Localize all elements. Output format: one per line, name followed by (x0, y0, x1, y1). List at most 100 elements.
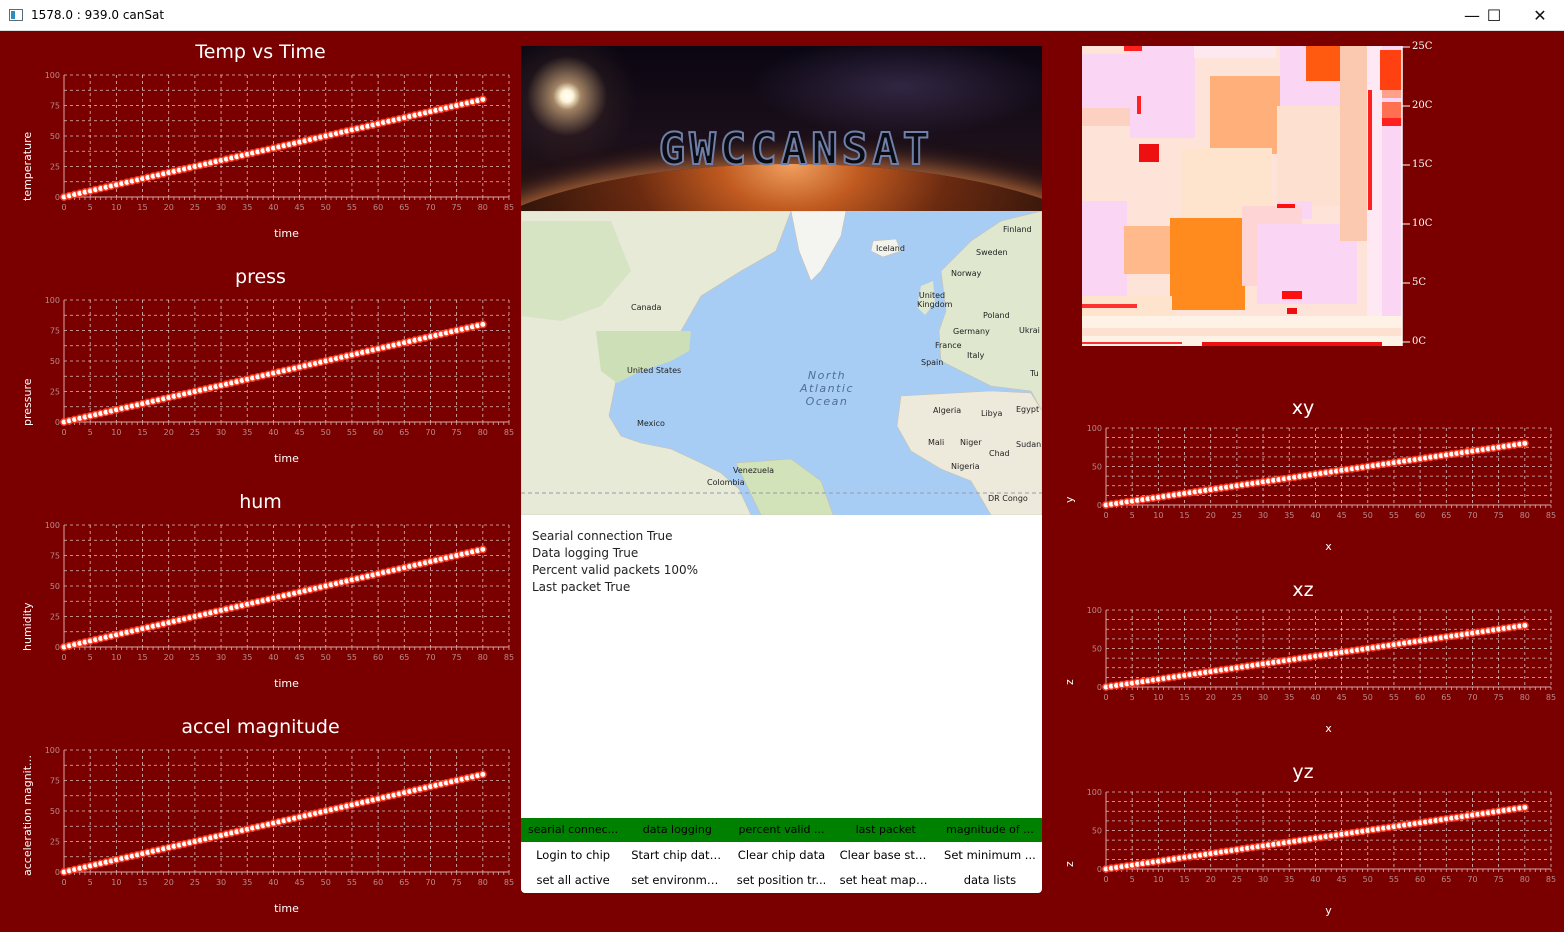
y-tick-label: 50 (1092, 463, 1102, 472)
app-main: Temp vs Time 0 5 10 15 20 25 30 35 40 45 50 55 60 65 7… (0, 31, 1564, 932)
login-to-chip-button[interactable]: Login to chip (521, 843, 625, 868)
y-tick-label: 50 (1092, 645, 1102, 654)
x-tick-label: 45 (294, 203, 304, 212)
y-tick-label: 50 (50, 807, 60, 816)
x-tick-label: 50 (321, 878, 331, 887)
x-tick-label: 60 (373, 203, 383, 212)
chart-xy: xy 0 5 10 15 20 25 30 35 40 45 50 55 60 65 70 75 80 85 0 50… (1042, 385, 1564, 567)
x-tick-label: 5 (1130, 511, 1135, 520)
x-tick-label: 55 (1389, 511, 1399, 520)
x-tick-label: 5 (88, 428, 93, 437)
x-axis-label: time (274, 452, 299, 465)
set-position-tracking-button[interactable]: set position tr... (729, 868, 833, 893)
x-tick-label: 50 (321, 203, 331, 212)
x-tick-label: 85 (1546, 693, 1556, 702)
map-label: Germany (953, 327, 990, 336)
map-label: Italy (967, 351, 985, 360)
x-tick-label: 0 (61, 878, 66, 887)
clear-base-station-button[interactable]: Clear base stat... (834, 843, 938, 868)
x-tick-label: 80 (1520, 875, 1530, 884)
y-tick-label: 100 (1087, 424, 1102, 433)
map-label: Sudan (1016, 440, 1042, 449)
heat-scale-tick: 15C (1412, 159, 1433, 170)
title-bar: 1578.0 : 939.0 canSat — ☐ ✕ (0, 0, 1564, 31)
x-tick-label: 10 (111, 428, 121, 437)
set-heat-mapping-button[interactable]: set heat mapp... (834, 868, 938, 893)
set-environment-button[interactable]: set environme... (625, 868, 729, 893)
x-tick-label: 65 (399, 428, 409, 437)
chart-title: press (235, 266, 286, 288)
start-chip-data-button[interactable]: Start chip data... (625, 843, 729, 868)
x-tick-label: 30 (1258, 693, 1268, 702)
indicator-searial-connection: searial connec... (528, 823, 619, 836)
data-lists-button[interactable]: data lists (938, 868, 1042, 893)
heat-scale-tick: 10C (1412, 218, 1433, 229)
heat-scale-tick: 20C (1412, 100, 1433, 111)
x-tick-label: 20 (1206, 511, 1216, 520)
x-tick-label: 20 (164, 878, 174, 887)
data-point (1520, 621, 1529, 630)
indicator-last-packet: last packet (855, 823, 916, 836)
close-button[interactable]: ✕ (1517, 0, 1563, 31)
x-tick-label: 75 (1494, 693, 1504, 702)
x-tick-label: 20 (164, 203, 174, 212)
x-tick-label: 15 (137, 428, 147, 437)
y-tick-label: 0 (55, 418, 60, 427)
x-tick-label: 70 (425, 878, 435, 887)
center-panel: GWCCANSAT Finland Iceland Sweden Norway … (521, 46, 1042, 893)
x-tick-label: 5 (1130, 693, 1135, 702)
x-tick-label: 85 (504, 428, 514, 437)
data-point (478, 320, 487, 329)
x-tick-label: 55 (347, 203, 357, 212)
x-tick-label: 80 (478, 653, 488, 662)
world-map[interactable]: Finland Iceland Sweden Norway Canada Uni… (521, 211, 1042, 515)
y-tick-label: 100 (45, 746, 60, 755)
x-tick-label: 30 (216, 428, 226, 437)
x-axis-label: x (1325, 722, 1332, 735)
x-tick-label: 25 (1232, 511, 1242, 520)
x-tick-label: 85 (1546, 511, 1556, 520)
x-tick-label: 50 (1363, 693, 1373, 702)
map-label: United States (627, 366, 682, 375)
heat-map: 25C 20C 15C 10C 5C 0C (1082, 41, 1432, 347)
y-tick-label: 50 (50, 132, 60, 141)
x-tick-label: 50 (1363, 875, 1373, 884)
y-axis-label: pressure (21, 378, 34, 426)
map-label: Niger (960, 438, 982, 447)
map-label: DR Congo (988, 494, 1028, 503)
y-tick-label: 25 (50, 613, 60, 622)
y-tick-label: 0 (1097, 865, 1102, 874)
x-tick-label: 35 (1284, 875, 1294, 884)
x-tick-label: 60 (1415, 511, 1425, 520)
x-tick-label: 80 (1520, 693, 1530, 702)
x-tick-label: 0 (61, 203, 66, 212)
x-tick-label: 45 (1336, 875, 1346, 884)
y-tick-label: 100 (45, 521, 60, 530)
x-tick-label: 15 (137, 203, 147, 212)
data-point (1520, 803, 1529, 812)
x-tick-label: 40 (268, 653, 278, 662)
y-axis-label: z (1063, 861, 1076, 867)
maximize-button[interactable]: ☐ (1471, 0, 1517, 31)
x-tick-label: 35 (242, 428, 252, 437)
y-tick-label: 75 (50, 552, 60, 561)
x-tick-label: 35 (1284, 693, 1294, 702)
button-row-1: Login to chip Start chip data... Clear c… (521, 843, 1042, 868)
chart-plot: 0 5 10 15 20 25 30 35 40 45 50 55 60 65 70 75 80 85 0 25 50 7… (45, 71, 514, 212)
map-label: Canada (631, 303, 662, 312)
y-tick-label: 100 (45, 71, 60, 80)
x-tick-label: 75 (1494, 875, 1504, 884)
clear-chip-data-button[interactable]: Clear chip data (729, 843, 833, 868)
set-all-active-button[interactable]: set all active (521, 868, 625, 893)
x-axis-label: time (274, 227, 299, 240)
status-line: Last packet True (532, 580, 631, 594)
x-axis-label: x (1325, 540, 1332, 553)
x-tick-label: 40 (1310, 511, 1320, 520)
window-title: 1578.0 : 939.0 canSat (31, 8, 165, 22)
set-minimum-button[interactable]: Set minimum ... (938, 843, 1042, 868)
x-tick-label: 20 (1206, 875, 1216, 884)
data-point (478, 95, 487, 104)
x-tick-label: 65 (399, 203, 409, 212)
x-tick-label: 55 (347, 428, 357, 437)
x-tick-label: 60 (1415, 875, 1425, 884)
